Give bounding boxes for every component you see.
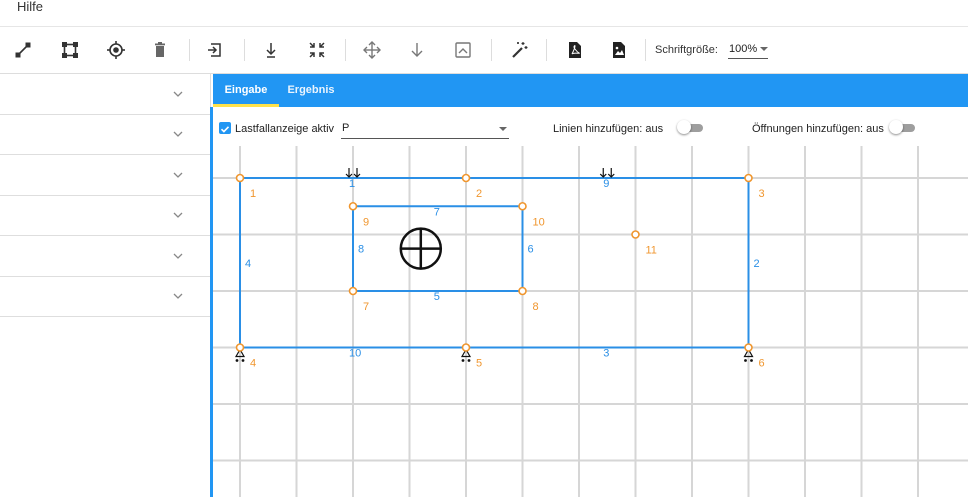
line-label: 8 bbox=[358, 244, 364, 256]
node-point bbox=[744, 173, 753, 183]
line-label: 1 bbox=[349, 178, 355, 190]
node-label: 11 bbox=[646, 245, 657, 257]
line-label: 3 bbox=[603, 348, 609, 360]
support-roller bbox=[744, 359, 747, 362]
chevron-down-icon bbox=[173, 212, 183, 218]
node-label: 9 bbox=[363, 216, 369, 228]
support-roller bbox=[467, 359, 471, 362]
node-label: 2 bbox=[476, 188, 482, 200]
sidebar-panel-3[interactable] bbox=[0, 155, 210, 196]
font-size-value: 100% bbox=[729, 43, 758, 55]
line-label: 10 bbox=[349, 348, 361, 360]
sidebar-panel-6[interactable] bbox=[0, 276, 210, 317]
chevron-down-icon bbox=[760, 47, 768, 51]
support-roller bbox=[235, 359, 239, 362]
node-point bbox=[348, 286, 358, 296]
arrow-down-icon[interactable] bbox=[405, 38, 429, 62]
support-roller bbox=[750, 359, 753, 362]
node-label: 4 bbox=[250, 358, 256, 370]
tab-ergebnis[interactable]: Ergebnis bbox=[283, 74, 339, 107]
node-point bbox=[518, 201, 527, 211]
import-icon[interactable] bbox=[203, 38, 227, 62]
node-label: 10 bbox=[533, 216, 545, 228]
node-label: 3 bbox=[759, 188, 765, 200]
load-case-display-label: Lastfallanzeige aktiv bbox=[235, 123, 335, 135]
image-export-icon[interactable] bbox=[607, 38, 631, 62]
line-label: 5 bbox=[434, 291, 440, 303]
chevron-down-icon bbox=[173, 131, 183, 137]
line-label: 2 bbox=[754, 258, 760, 270]
font-size-select[interactable]: 100% bbox=[728, 40, 768, 59]
node-point bbox=[461, 343, 471, 352]
sidebar-panel-2[interactable] bbox=[0, 114, 210, 155]
model-canvas[interactable]: 1 9 2 3 10 4 7 5 8 6 1 2 3 4 5 6 7 8 9 10 11 bbox=[213, 146, 968, 497]
sidebar-panel-5[interactable] bbox=[0, 236, 210, 277]
point-load-icon[interactable] bbox=[259, 38, 283, 62]
node-label: 5 bbox=[476, 358, 482, 370]
node-point bbox=[631, 230, 640, 239]
node-point bbox=[461, 173, 471, 183]
add-lines-toggle[interactable] bbox=[677, 120, 703, 134]
support-roller bbox=[461, 359, 465, 362]
node-point bbox=[518, 286, 527, 296]
load-case-select[interactable]: P bbox=[341, 120, 509, 139]
compress-icon[interactable] bbox=[305, 38, 329, 62]
chevron-down-icon bbox=[173, 172, 183, 178]
node-point bbox=[235, 343, 245, 352]
options-row: Lastfallanzeige aktiv P Linien hinzufüge… bbox=[213, 108, 968, 146]
node-point bbox=[348, 201, 358, 211]
move-icon[interactable] bbox=[360, 38, 384, 62]
tab-bar: Eingabe Ergebnis bbox=[213, 74, 968, 107]
menu-bar: Hilfe bbox=[0, 0, 968, 27]
node-point bbox=[235, 173, 245, 183]
add-openings-label: Öffnungen hinzufügen: aus bbox=[752, 123, 884, 135]
image-frame-icon[interactable] bbox=[451, 38, 475, 62]
sidebar-panel-1[interactable] bbox=[0, 74, 210, 115]
load-case-display-checkbox[interactable] bbox=[219, 122, 231, 134]
font-size-label: Schriftgröße: bbox=[655, 44, 718, 56]
toolbar: Schriftgröße: 100% bbox=[0, 27, 968, 74]
add-lines-label: Linien hinzufügen: aus bbox=[553, 123, 664, 135]
node-label: 1 bbox=[250, 188, 256, 200]
draw-line-icon[interactable] bbox=[11, 38, 35, 62]
menu-help[interactable]: Hilfe bbox=[17, 0, 43, 14]
support-roller bbox=[241, 359, 245, 362]
delete-icon[interactable] bbox=[148, 38, 172, 62]
node-label: 6 bbox=[759, 358, 765, 370]
node-label: 8 bbox=[533, 301, 539, 313]
line-label: 6 bbox=[528, 244, 534, 256]
line-label: 9 bbox=[603, 178, 609, 190]
chevron-down-icon bbox=[173, 91, 183, 97]
line-label: 7 bbox=[434, 206, 440, 218]
add-openings-toggle[interactable] bbox=[889, 120, 915, 134]
chevron-down-icon bbox=[173, 293, 183, 299]
sidebar bbox=[0, 74, 211, 497]
chevron-down-icon bbox=[173, 253, 183, 259]
line-label: 4 bbox=[245, 258, 251, 270]
point-target-icon[interactable] bbox=[104, 38, 128, 62]
rectangle-tool-icon[interactable] bbox=[58, 38, 82, 62]
sidebar-panel-4[interactable] bbox=[0, 195, 210, 236]
magic-wand-icon[interactable] bbox=[507, 38, 531, 62]
pdf-export-icon[interactable] bbox=[563, 38, 587, 62]
node-point bbox=[744, 343, 753, 352]
chevron-down-icon bbox=[499, 127, 507, 131]
tab-eingabe[interactable]: Eingabe bbox=[213, 74, 279, 107]
load-case-value: P bbox=[342, 122, 350, 134]
node-label: 7 bbox=[363, 301, 369, 313]
check-icon bbox=[220, 126, 230, 133]
